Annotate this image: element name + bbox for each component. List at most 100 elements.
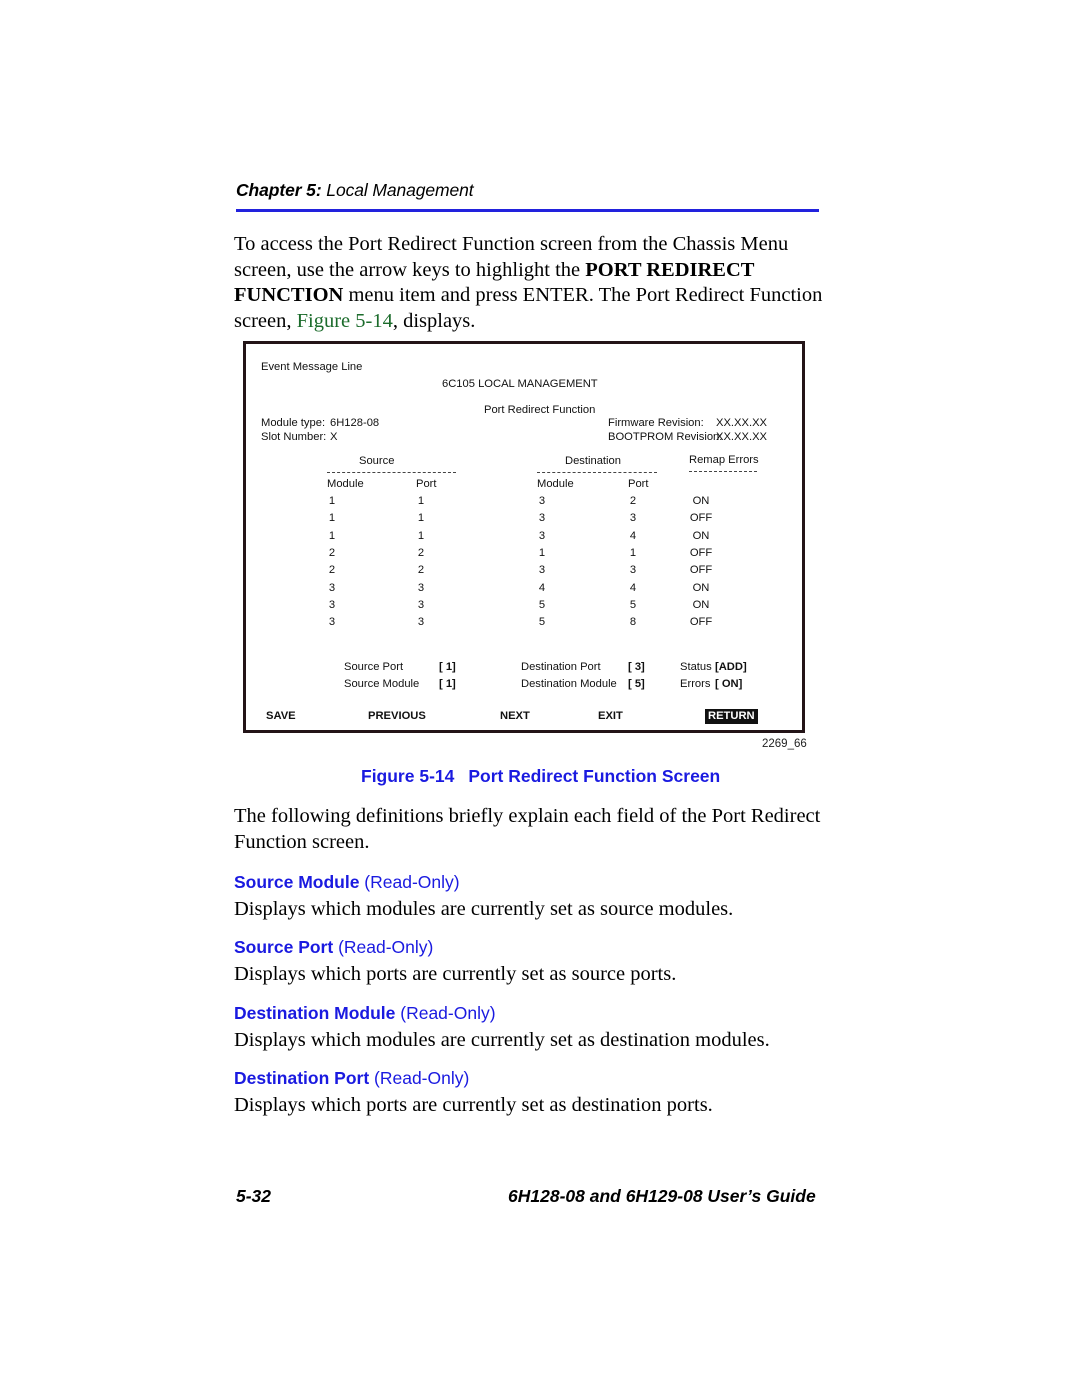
intro-line-3b: menu item and press ENTER. The Port Redi… <box>343 284 823 306</box>
intro-line-4b: , displays. <box>392 309 476 332</box>
source-module-cell: 2 <box>328 546 336 559</box>
source-module-field-label: Source Module <box>344 678 420 690</box>
defs-intro-line-1: The following definitions briefly explai… <box>234 805 821 827</box>
screen-button-next[interactable]: NEXT <box>500 710 530 722</box>
definition-heading-source-module: Source Module (Read-Only) <box>234 872 460 893</box>
source-module-cell: 3 <box>328 616 336 629</box>
definition-heading-destination-port: Destination Port (Read-Only) <box>234 1068 469 1089</box>
screen-button-exit[interactable]: EXIT <box>598 710 623 722</box>
definition-term: Source Module <box>234 872 360 892</box>
destination-port-cell: 1 <box>629 546 637 559</box>
source-group-divider <box>327 472 456 473</box>
source-port-cell: 3 <box>417 616 425 629</box>
definition-term: Source Port <box>234 937 334 957</box>
module-type-value: 6H128-08 <box>330 417 380 429</box>
remap-errors-cell: OFF <box>689 546 713 559</box>
firmware-revision-value: XX.XX.XX <box>716 417 767 429</box>
source-group-header: Source <box>359 455 395 467</box>
remap-errors-cell: OFF <box>689 564 713 577</box>
definition-term: Destination Port <box>234 1068 370 1088</box>
source-port-cell: 3 <box>417 581 425 594</box>
destination-port-cell: 2 <box>629 495 637 507</box>
destination-module-field-value[interactable]: [ 5] <box>628 678 645 690</box>
definition-access-note: (Read-Only) <box>369 1068 470 1088</box>
status-field-label: Status <box>680 661 712 673</box>
destination-port-field-value[interactable]: [ 3] <box>628 661 645 673</box>
bootprom-revision-label: BOOTPROM Revision: <box>608 431 723 443</box>
errors-field-value[interactable]: [ ON] <box>715 678 742 690</box>
errors-field-label: Errors <box>680 678 711 690</box>
remap-errors-cell: ON <box>692 598 710 611</box>
intro-paragraph: To access the Port Redirect Function scr… <box>234 232 834 334</box>
header-rule <box>236 209 819 212</box>
destination-port-cell: 4 <box>629 529 637 542</box>
definition-body-source-port: Displays which ports are currently set a… <box>234 963 677 985</box>
intro-line-4a: screen, <box>234 309 297 332</box>
source-port-field-label: Source Port <box>344 661 404 673</box>
destination-port-column-header: Port <box>628 478 649 490</box>
source-module-cell: 1 <box>328 512 336 525</box>
source-module-cell: 1 <box>328 495 336 507</box>
screen-button-save[interactable]: SAVE <box>266 710 296 722</box>
source-port-cell: 1 <box>417 529 425 542</box>
source-port-cell: 3 <box>417 598 425 611</box>
destination-module-cell: 4 <box>538 581 546 594</box>
source-port-field-value[interactable]: [ 1] <box>439 661 456 673</box>
destination-module-column-header: Module <box>537 478 574 490</box>
figure-caption-number: Figure 5-14 <box>361 766 455 786</box>
definition-body-destination-port: Displays which ports are currently set a… <box>234 1094 713 1116</box>
remap-errors-group-divider <box>689 471 757 472</box>
figure-id-label: 2269_66 <box>762 738 807 750</box>
remap-errors-cell: ON <box>692 529 710 542</box>
document-page: Chapter 5: Local Management To access th… <box>0 0 1080 1397</box>
status-field-value[interactable]: [ADD] <box>715 661 747 673</box>
chapter-label: Chapter 5: <box>236 180 322 200</box>
figure-caption: Figure 5-14 Port Redirect Function Screen <box>361 766 720 787</box>
chapter-running-head: Chapter 5: Local Management <box>236 180 826 201</box>
source-port-cell: 1 <box>417 495 425 507</box>
remap-errors-group-header: Remap Errors <box>689 454 759 466</box>
source-port-cell: 2 <box>417 546 425 559</box>
definition-access-note: (Read-Only) <box>359 872 460 892</box>
remap-errors-cell: ON <box>692 495 710 507</box>
source-port-cell: 2 <box>417 564 425 577</box>
definition-heading-destination-module: Destination Module (Read-Only) <box>234 1003 496 1024</box>
remap-errors-cell: OFF <box>689 616 713 629</box>
slot-number-value: X <box>330 431 338 443</box>
source-port-cell: 1 <box>417 512 425 525</box>
screen-title: Port Redirect Function <box>484 404 596 416</box>
defs-intro-line-2: Function screen. <box>234 830 370 853</box>
definition-body-destination-module: Displays which modules are currently set… <box>234 1029 770 1051</box>
screen-button-return[interactable]: RETURN <box>705 709 758 724</box>
definition-access-note: (Read-Only) <box>333 937 434 957</box>
destination-module-cell: 5 <box>538 598 546 611</box>
source-module-cell: 3 <box>328 581 336 594</box>
source-module-field-value[interactable]: [ 1] <box>439 678 456 690</box>
destination-port-field-label: Destination Port <box>521 661 601 673</box>
destination-port-cell: 5 <box>629 598 637 611</box>
firmware-revision-label: Firmware Revision: <box>608 417 704 429</box>
source-module-cell: 3 <box>328 598 336 611</box>
footer-page-number: 5-32 <box>236 1186 272 1206</box>
figure-cross-reference-link[interactable]: Figure 5-14 <box>297 310 393 332</box>
source-port-column-header: Port <box>416 478 437 490</box>
screen-button-previous[interactable]: PREVIOUS <box>368 710 426 722</box>
intro-line-1: To access the Port Redirect Function scr… <box>234 233 789 255</box>
definition-access-note: (Read-Only) <box>395 1003 496 1023</box>
source-module-cell: 1 <box>328 529 336 542</box>
destination-group-divider <box>537 472 657 473</box>
intro-bold-port-redirect: PORT REDIRECT <box>585 258 755 281</box>
figure-terminal-screen: Event Message Line 6C105 LOCAL MANAGEMEN… <box>243 341 805 733</box>
selected-highlight: RETURN <box>705 709 758 724</box>
destination-port-cell: 3 <box>629 564 637 577</box>
destination-module-field-label: Destination Module <box>521 678 617 690</box>
destination-port-cell: 3 <box>629 512 637 525</box>
intro-line-2a: screen, use the arrow keys to highlight … <box>234 258 586 281</box>
source-module-column-header: Module <box>327 478 364 490</box>
destination-module-cell: 3 <box>538 495 546 507</box>
destination-module-cell: 3 <box>538 512 546 525</box>
destination-module-cell: 3 <box>538 564 546 577</box>
destination-port-cell: 4 <box>629 581 637 594</box>
definition-heading-source-port: Source Port (Read-Only) <box>234 937 433 958</box>
source-module-cell: 2 <box>328 564 336 577</box>
